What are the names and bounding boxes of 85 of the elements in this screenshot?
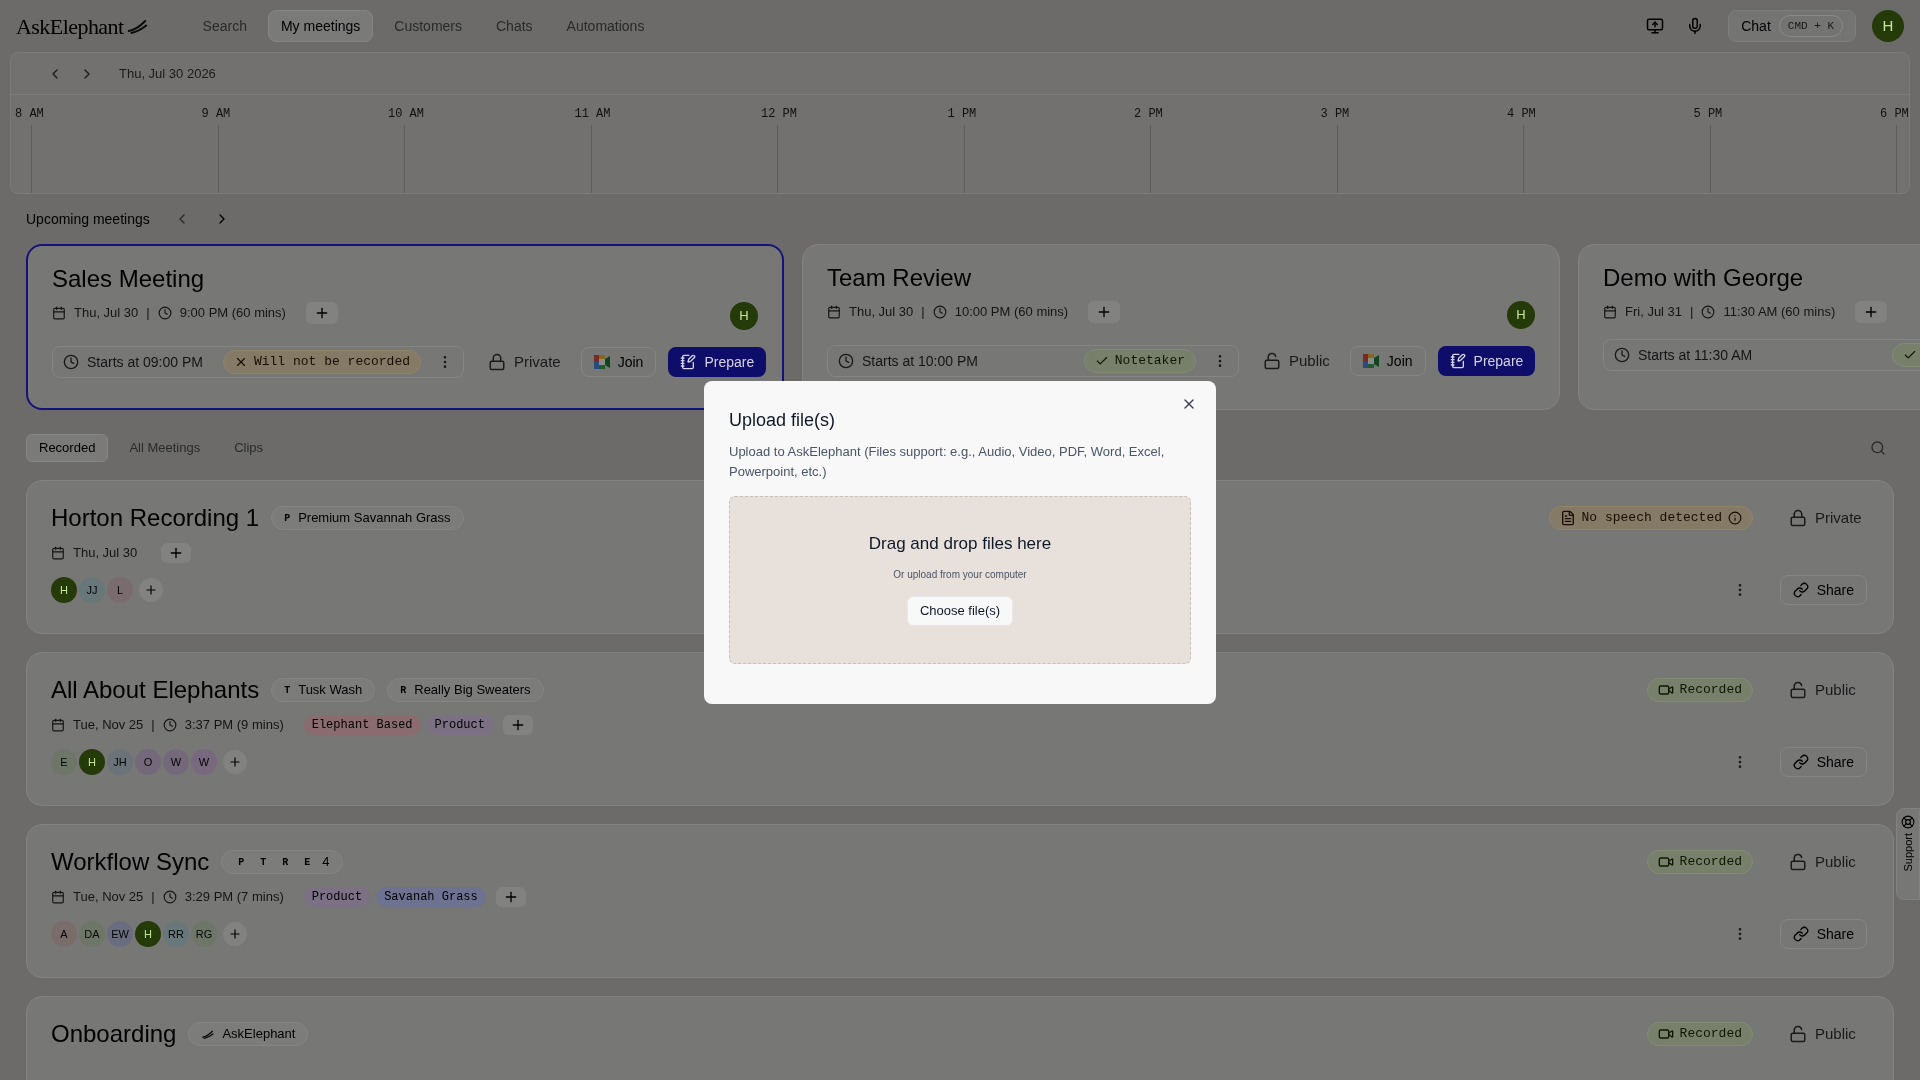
hour-label: 10 AM [388, 106, 424, 123]
section-title: Upcoming meetings [26, 209, 150, 229]
dialog-description: Upload to AskElephant (Files support: e.g., Audio, Video, PDF, Word, Excel, Powerpoint, etc.) [729, 443, 1166, 481]
avatar: H [135, 921, 161, 947]
meeting-time: 9:00 PM (60 mins) [179, 304, 286, 323]
separator: | [1690, 303, 1694, 322]
hour-label: 2 PM [1134, 106, 1163, 123]
company-chip: P Premium Savannah Grass [271, 506, 464, 530]
avatar: JJ [79, 577, 105, 603]
status-label: No speech detected [1581, 509, 1722, 528]
recording-title: All About Elephants [51, 675, 260, 705]
recording-time: 3:29 PM (7 mins) [184, 888, 284, 907]
avatar: RG [191, 921, 217, 947]
avatar: L [107, 577, 133, 603]
hour-label: 4 PM [1507, 106, 1536, 123]
company-initial: R [400, 683, 407, 698]
hour-label: 8 AM [15, 106, 44, 123]
tag: Product [426, 715, 493, 735]
status-label: Recorded [1679, 681, 1742, 700]
meeting-date: Thu, Jul 30 [849, 303, 914, 322]
recording-title: Workflow Sync [51, 847, 210, 877]
meeting-title: Sales Meeting [52, 264, 206, 294]
drop-hint: Or upload from your computer [893, 567, 1027, 582]
recording-title: Onboarding [51, 1019, 177, 1049]
hour-label: 12 PM [761, 106, 797, 123]
recording-date: Tue, Nov 25 [73, 888, 144, 907]
tag: Elephant Based [303, 715, 421, 735]
meeting-time: 10:00 PM (60 mins) [954, 303, 1069, 322]
meeting-time: 11:30 AM (60 mins) [1723, 303, 1836, 322]
support-label: Support [1900, 833, 1915, 872]
separator: | [151, 716, 155, 735]
avatar: DA [79, 921, 105, 947]
dialog-title: Upload file(s) [729, 409, 837, 432]
recording-date: Thu, Jul 30 [73, 544, 138, 563]
company-initial: T [259, 855, 268, 870]
company-initial: E [303, 855, 312, 870]
meeting-title: Demo with George [1603, 263, 1805, 293]
avatar: H [51, 577, 77, 603]
separator: | [146, 304, 150, 323]
tag: Savanah Grass [376, 887, 486, 907]
separator: | [921, 303, 925, 322]
avatar: W [191, 749, 217, 775]
avatar: A [51, 921, 77, 947]
hour-label: 9 AM [201, 106, 231, 123]
avatar: JH [107, 749, 133, 775]
recording-date: Tue, Nov 25 [73, 716, 144, 735]
company-initial: R [281, 855, 290, 870]
hour-label: 6 PM [1880, 106, 1909, 123]
calendar-date: Thu, Jul 30 2026 [119, 64, 216, 83]
logo: AskElephant [16, 12, 124, 41]
company-initial: P [284, 511, 291, 526]
avatar: H [1507, 301, 1535, 329]
hour-label: 5 PM [1693, 106, 1723, 123]
start-time: Starts at 10:00 PM [862, 351, 978, 371]
company-count: 4 [322, 853, 330, 872]
avatar: E [51, 749, 77, 775]
avatar: EW [107, 921, 133, 947]
separator: | [151, 888, 155, 907]
company-initial: P [237, 855, 246, 870]
company-chip: AskElephant [188, 1022, 309, 1046]
status-label: Notetaker [1114, 352, 1185, 371]
status-label: Recorded [1679, 853, 1742, 872]
status-label: Recorded [1679, 1025, 1742, 1044]
start-time: Starts at 09:00 PM [87, 352, 203, 372]
meeting-title: Team Review [827, 263, 973, 293]
avatar: H [1872, 10, 1904, 42]
avatar: H [730, 302, 758, 330]
company-initial: T [284, 683, 291, 698]
avatar: W [163, 749, 189, 775]
meeting-date: Fri, Jul 31 [1625, 303, 1683, 322]
avatar: O [135, 749, 161, 775]
company-chip: T Tusk Wash [271, 678, 376, 702]
hour-label: 11 AM [574, 106, 611, 123]
meeting-date: Thu, Jul 30 [74, 304, 139, 323]
company-chip: R Really Big Sweaters [387, 678, 544, 702]
hour-label: 3 PM [1320, 106, 1350, 123]
status-label: Will not be recorded [253, 353, 410, 372]
recording-title: Horton Recording 1 [51, 503, 260, 533]
recording-time: 3:37 PM (9 mins) [184, 716, 284, 735]
hour-label: 1 PM [947, 106, 977, 123]
tag: Product [303, 887, 371, 907]
drop-title: Drag and drop files here [868, 533, 1052, 555]
start-time: Starts at 11:30 AM [1638, 345, 1753, 365]
avatar: RR [163, 921, 189, 947]
avatar: H [79, 749, 105, 775]
